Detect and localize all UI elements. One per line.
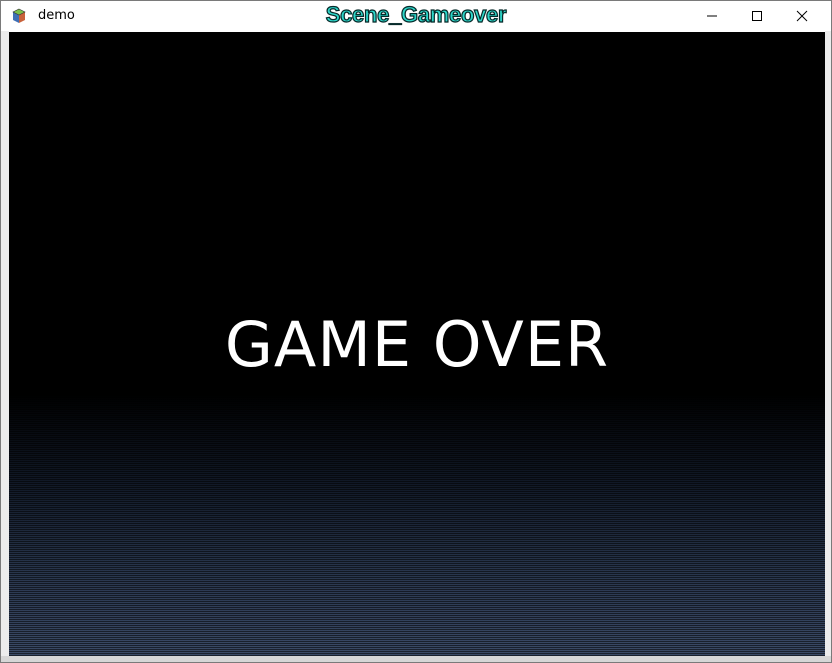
game-over-text: GAME OVER bbox=[224, 308, 610, 381]
game-canvas[interactable]: GAME OVER bbox=[9, 32, 825, 656]
window-frame-left bbox=[1, 31, 9, 656]
minimize-icon bbox=[706, 7, 718, 26]
title-bar[interactable]: demo Scene_Gameover bbox=[1, 1, 831, 31]
window-frame-bottom bbox=[1, 656, 831, 662]
maximize-icon bbox=[751, 7, 763, 26]
minimize-button[interactable] bbox=[689, 1, 735, 31]
close-icon bbox=[796, 7, 808, 26]
close-button[interactable] bbox=[779, 1, 825, 31]
app-window: demo Scene_Gameover GAME OVER bbox=[0, 0, 832, 663]
window-frame-right bbox=[825, 31, 831, 656]
maximize-button[interactable] bbox=[734, 1, 780, 31]
